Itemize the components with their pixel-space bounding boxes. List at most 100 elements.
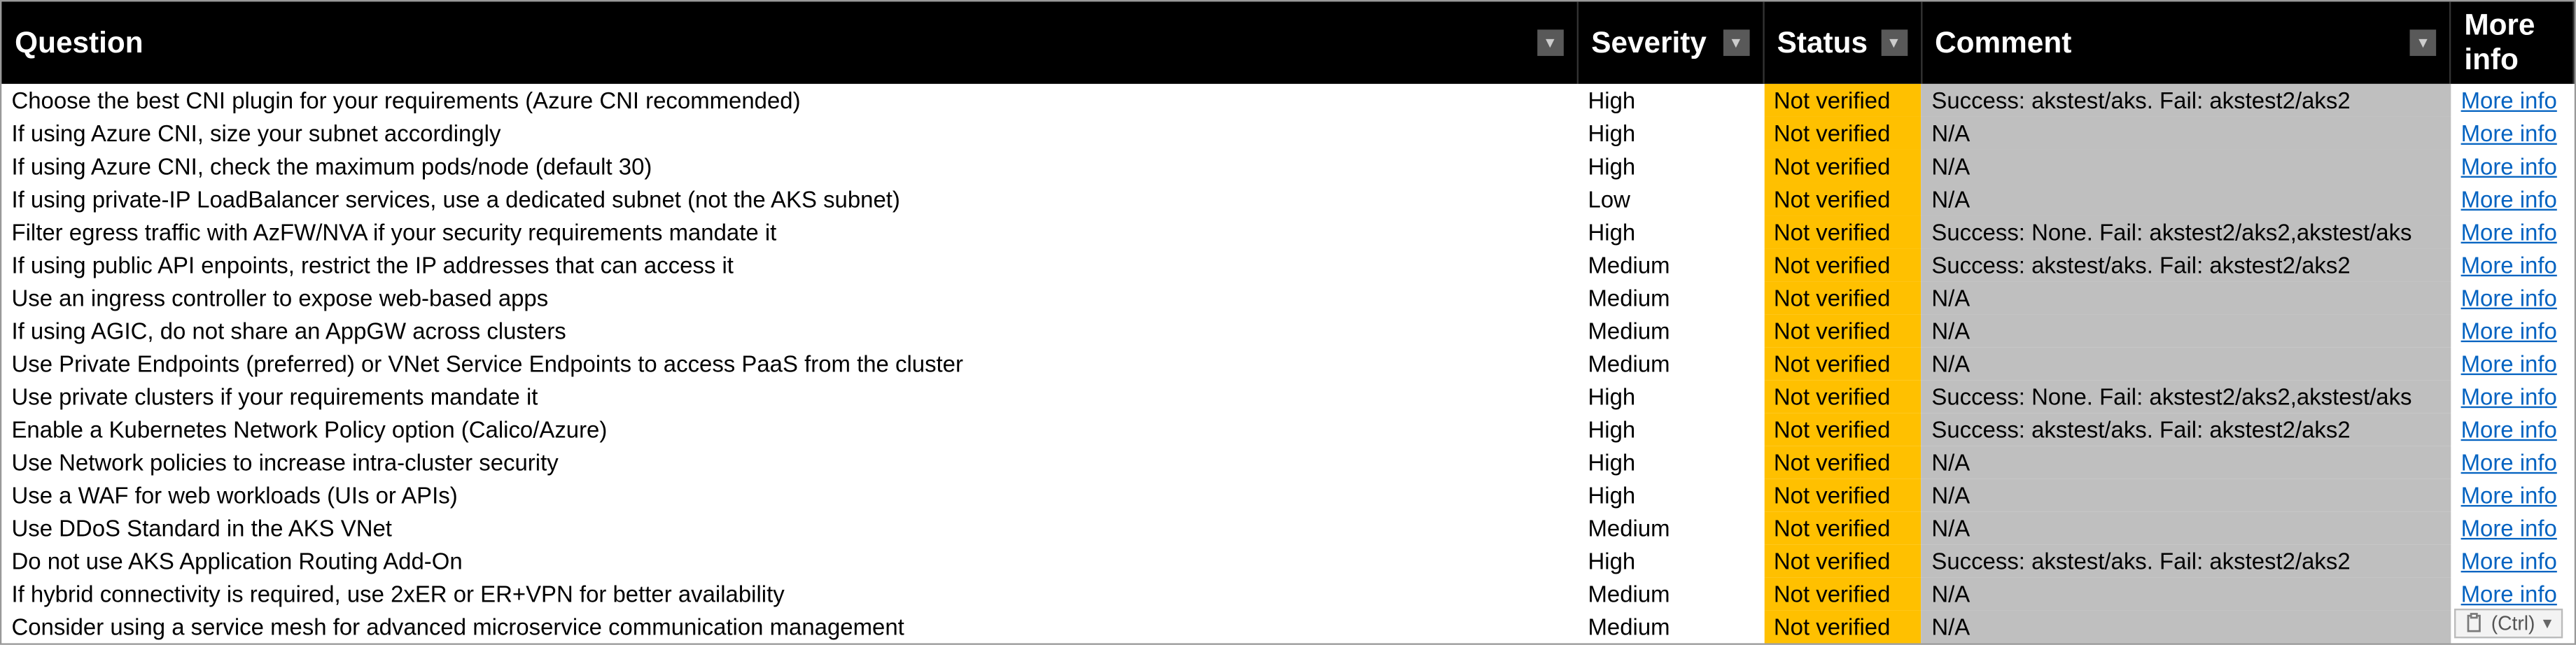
status-cell[interactable]: Not verified <box>1764 117 1921 150</box>
paste-options-button[interactable]: (Ctrl) ▼ <box>2455 609 2563 638</box>
severity-cell[interactable]: High <box>1578 479 1763 511</box>
status-cell[interactable]: Not verified <box>1764 347 1921 380</box>
question-cell[interactable]: Consider using a service mesh for advanc… <box>1 610 1578 643</box>
header-question[interactable]: Question ▼ <box>1 1 1578 84</box>
question-cell[interactable]: If using private-IP LoadBalancer service… <box>1 183 1578 215</box>
status-cell[interactable]: Not verified <box>1764 511 1921 544</box>
question-cell[interactable]: If using Azure CNI, check the maximum po… <box>1 150 1578 183</box>
status-cell[interactable]: Not verified <box>1764 183 1921 215</box>
question-cell[interactable]: Use a WAF for web workloads (UIs or APIs… <box>1 479 1578 511</box>
header-moreinfo-label: More info <box>2464 8 2559 78</box>
comment-cell[interactable]: N/A <box>1921 446 2451 479</box>
comment-cell[interactable]: N/A <box>1921 347 2451 380</box>
table-row: If using Azure CNI, check the maximum po… <box>1 150 2574 183</box>
comment-cell[interactable]: N/A <box>1921 314 2451 347</box>
comment-cell[interactable]: N/A <box>1921 511 2451 544</box>
question-cell[interactable]: If using AGIC, do not share an AppGW acr… <box>1 314 1578 347</box>
question-cell[interactable]: Enable a Kubernetes Network Policy optio… <box>1 413 1578 446</box>
header-status[interactable]: Status ▼ <box>1764 1 1921 84</box>
more-info-link[interactable]: More info <box>2461 186 2557 213</box>
more-info-link[interactable]: More info <box>2461 449 2557 476</box>
severity-cell[interactable]: High <box>1578 150 1763 183</box>
comment-cell[interactable]: Success: akstest/aks. Fail: akstest2/aks… <box>1921 413 2451 446</box>
status-cell[interactable]: Not verified <box>1764 544 1921 577</box>
question-cell[interactable]: If using Azure CNI, size your subnet acc… <box>1 117 1578 150</box>
more-info-link[interactable]: More info <box>2461 416 2557 443</box>
filter-dropdown-icon[interactable]: ▼ <box>1881 29 1907 56</box>
status-cell[interactable]: Not verified <box>1764 150 1921 183</box>
comment-cell[interactable]: Success: None. Fail: akstest2/aks2,akste… <box>1921 380 2451 413</box>
table-row: Choose the best CNI plugin for your requ… <box>1 84 2574 117</box>
severity-cell[interactable]: Medium <box>1578 610 1763 643</box>
question-cell[interactable]: Filter egress traffic with AzFW/NVA if y… <box>1 215 1578 248</box>
filter-dropdown-icon[interactable]: ▼ <box>1723 29 1749 56</box>
more-info-link[interactable]: More info <box>2461 219 2557 246</box>
more-info-link[interactable]: More info <box>2461 285 2557 311</box>
comment-cell[interactable]: Success: akstest/aks. Fail: akstest2/aks… <box>1921 248 2451 281</box>
comment-cell[interactable]: Success: akstest/aks. Fail: akstest2/aks… <box>1921 544 2451 577</box>
more-info-link[interactable]: More info <box>2461 153 2557 180</box>
status-cell[interactable]: Not verified <box>1764 479 1921 511</box>
question-cell[interactable]: Use DDoS Standard in the AKS VNet <box>1 511 1578 544</box>
header-comment[interactable]: Comment ▼ <box>1921 1 2451 84</box>
severity-cell[interactable]: High <box>1578 84 1763 117</box>
more-info-link[interactable]: More info <box>2461 581 2557 607</box>
severity-cell[interactable]: Medium <box>1578 314 1763 347</box>
status-cell[interactable]: Not verified <box>1764 380 1921 413</box>
question-cell[interactable]: Choose the best CNI plugin for your requ… <box>1 84 1578 117</box>
comment-cell[interactable]: N/A <box>1921 117 2451 150</box>
more-info-link[interactable]: More info <box>2461 515 2557 541</box>
comment-cell[interactable]: N/A <box>1921 183 2451 215</box>
moreinfo-cell: More info <box>2451 544 2574 577</box>
filter-dropdown-icon[interactable]: ▼ <box>2410 29 2437 56</box>
severity-cell[interactable]: High <box>1578 215 1763 248</box>
question-cell[interactable]: Use an ingress controller to expose web-… <box>1 281 1578 314</box>
header-moreinfo[interactable]: More info <box>2451 1 2575 84</box>
status-cell[interactable]: Not verified <box>1764 248 1921 281</box>
question-cell[interactable]: Use Network policies to increase intra-c… <box>1 446 1578 479</box>
more-info-link[interactable]: More info <box>2461 482 2557 509</box>
question-cell[interactable]: Use private clusters if your requirement… <box>1 380 1578 413</box>
comment-cell[interactable]: N/A <box>1921 150 2451 183</box>
more-info-link[interactable]: More info <box>2461 87 2557 114</box>
filter-dropdown-icon[interactable]: ▼ <box>1537 29 1564 56</box>
question-cell[interactable]: Do not use AKS Application Routing Add-O… <box>1 544 1578 577</box>
severity-cell[interactable]: Low <box>1578 183 1763 215</box>
status-cell[interactable]: Not verified <box>1764 215 1921 248</box>
question-cell[interactable]: Use Private Endpoints (preferred) or VNe… <box>1 347 1578 380</box>
status-cell[interactable]: Not verified <box>1764 314 1921 347</box>
severity-cell[interactable]: Medium <box>1578 281 1763 314</box>
paste-options-label: (Ctrl) <box>2491 612 2535 635</box>
status-cell[interactable]: Not verified <box>1764 84 1921 117</box>
severity-cell[interactable]: Medium <box>1578 248 1763 281</box>
question-cell[interactable]: If hybrid connectivity is required, use … <box>1 577 1578 610</box>
severity-cell[interactable]: High <box>1578 413 1763 446</box>
table-row: If hybrid connectivity is required, use … <box>1 577 2574 610</box>
question-cell[interactable]: If using public API enpoints, restrict t… <box>1 248 1578 281</box>
more-info-link[interactable]: More info <box>2461 548 2557 574</box>
status-cell[interactable]: Not verified <box>1764 413 1921 446</box>
severity-cell[interactable]: Medium <box>1578 347 1763 380</box>
comment-cell[interactable]: N/A <box>1921 479 2451 511</box>
comment-cell[interactable]: Success: None. Fail: akstest2/aks2,akste… <box>1921 215 2451 248</box>
more-info-link[interactable]: More info <box>2461 383 2557 410</box>
severity-cell[interactable]: High <box>1578 544 1763 577</box>
more-info-link[interactable]: More info <box>2461 252 2557 278</box>
status-cell[interactable]: Not verified <box>1764 281 1921 314</box>
severity-cell[interactable]: High <box>1578 117 1763 150</box>
more-info-link[interactable]: More info <box>2461 318 2557 344</box>
severity-cell[interactable]: High <box>1578 380 1763 413</box>
comment-cell[interactable]: N/A <box>1921 577 2451 610</box>
status-cell[interactable]: Not verified <box>1764 446 1921 479</box>
comment-cell[interactable]: Success: akstest/aks. Fail: akstest2/aks… <box>1921 84 2451 117</box>
comment-cell[interactable]: N/A <box>1921 610 2451 643</box>
more-info-link[interactable]: More info <box>2461 120 2557 147</box>
severity-cell[interactable]: High <box>1578 446 1763 479</box>
header-severity[interactable]: Severity ▼ <box>1578 1 1763 84</box>
comment-cell[interactable]: N/A <box>1921 281 2451 314</box>
severity-cell[interactable]: Medium <box>1578 511 1763 544</box>
status-cell[interactable]: Not verified <box>1764 610 1921 643</box>
more-info-link[interactable]: More info <box>2461 350 2557 377</box>
severity-cell[interactable]: Medium <box>1578 577 1763 610</box>
status-cell[interactable]: Not verified <box>1764 577 1921 610</box>
